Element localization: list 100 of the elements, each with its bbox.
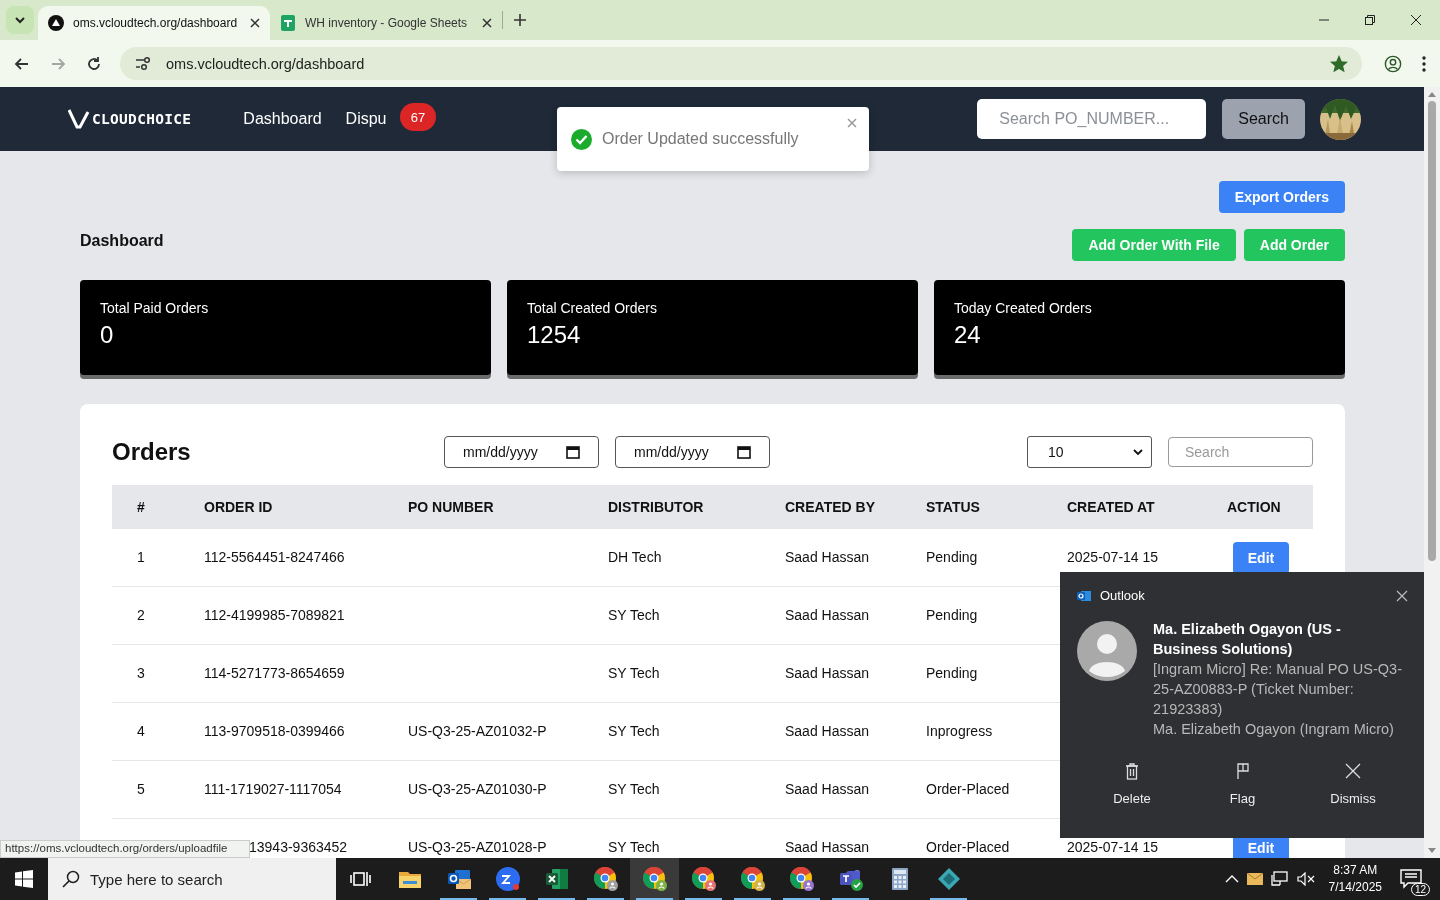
table-cell: Saad Hassan [785,549,870,565]
column-header: DISTRIBUTOR [608,499,705,515]
date-field[interactable]: mm/dd/yyyy [615,436,770,468]
count-badge: 67 [400,103,436,131]
notification-action-button[interactable]: Dismiss [1298,761,1408,807]
notification-action-button[interactable]: Delete [1077,761,1187,807]
scrollbar[interactable] [1424,87,1440,858]
taskbar-app[interactable] [630,858,679,900]
calendar-icon[interactable] [737,445,751,459]
table-cell: SY Tech [608,781,660,797]
table-cell: Pending [926,607,978,623]
table-cell: Saad Hassan [785,723,870,739]
table-cell: 112-4199985-7089821 [204,607,345,623]
stat-value: 1254 [527,321,582,349]
table-cell: Saad Hassan [785,839,870,855]
taskbar-search-field[interactable]: Type here to search [48,858,336,900]
stat-label: Total Created Orders [527,300,658,316]
table-cell: Order-Placed [926,781,1010,797]
table-cell: SY Tech [608,723,660,739]
table-cell: Pending [926,549,978,565]
search-field[interactable]: Search [1168,437,1313,467]
table-cell: 2025-07-14 15 [1067,549,1159,565]
network-icon[interactable] [1270,871,1289,887]
column-header: ACTION [1227,499,1282,515]
close-icon[interactable] [1396,589,1408,602]
spreadsheet-icon [280,15,296,31]
table-cell: Order-Placed [926,839,1010,855]
browser-icon [641,866,668,892]
profile-icon[interactable] [1384,54,1402,73]
check-icon [571,128,592,150]
spreadsheet-app-icon [543,866,570,892]
table-cell: 111-1719027-1117054 [204,781,342,797]
stat-value: 24 [954,321,982,349]
table-cell: 2 [137,607,145,623]
stat-value: 0 [100,321,115,349]
search-icon [62,870,80,888]
browser-icon [788,866,815,892]
column-header: # [136,499,146,515]
address-bar[interactable]: oms.vcloudtech.org/dashboard [120,47,1362,80]
scroll-down-icon[interactable] [1428,848,1436,854]
export-orders-button[interactable]: Export Orders [1218,181,1345,213]
nav-link[interactable]: Dashboard [243,110,322,128]
caret-icon [1133,448,1143,456]
table-cell: SY Tech [608,665,660,681]
table-cell: SY Tech [608,607,660,623]
close-icon[interactable] [482,18,492,28]
table-cell: 2025-07-14 15 [1067,839,1159,855]
date-field[interactable]: mm/dd/yyyy [444,436,599,468]
page-title: Dashboard [80,232,164,250]
close-icon[interactable] [250,18,260,28]
logo-icon [68,109,90,129]
page-size-select[interactable]: 10 [1027,436,1152,468]
app-name: Outlook [1100,588,1145,603]
nav-link[interactable]: Dispu [345,110,387,128]
close-icon[interactable] [1410,14,1422,26]
browser-icon [592,866,619,892]
search-button[interactable]: Search [1222,99,1305,139]
muted-speaker-icon[interactable] [1296,872,1315,886]
table-cell: Inprogress [926,723,993,739]
scroll-up-icon[interactable] [1428,91,1436,97]
column-header: CREATED AT [1067,499,1156,515]
restore-icon[interactable] [1364,14,1376,26]
site-settings-icon[interactable] [134,55,152,72]
tab-search-button[interactable] [6,6,34,34]
clock[interactable]: 8:37 AM 7/14/2025 [1328,862,1382,896]
table-cell: 114-5271773-8654659 [204,665,345,681]
table-cell: US-Q3-25-AZ01032-P [408,723,547,739]
column-header: ORDER ID [204,499,274,515]
calendar-icon[interactable] [566,445,580,459]
browser-tab[interactable]: oms.vcloudtech.org/dashboard [38,6,270,40]
reload-icon[interactable] [86,55,102,72]
edit-button[interactable]: Edit [1233,541,1289,574]
table-cell: 113-9709518-0399466 [204,723,345,739]
table-cell: Saad Hassan [785,781,870,797]
toast-message: Order Updated successfully [602,130,799,148]
chevron-icon [14,14,26,26]
star-icon[interactable] [1330,54,1348,73]
email-sender: Ma. Elizabeth Ogayon (Ingram Micro) [1153,720,1395,739]
menu-icon[interactable] [1422,55,1426,72]
plus-icon[interactable] [513,13,527,27]
table-cell: 112-5564451-8247466 [204,549,345,565]
column-header: PO NUMBER [408,499,495,515]
column-header: CREATED BY [785,499,876,515]
email-subject: [Ingram Micro] Re: Manual PO US-Q3-25-AZ00883-P (Ticket Number: 21923383) [1153,660,1403,719]
table-cell: SY Tech [608,839,660,855]
browser-tab[interactable]: WH inventory - Google Sheets [270,6,502,40]
table-cell: US-Q3-25-AZ01028-P [408,839,547,855]
mail-app-icon [1077,589,1091,602]
scroll-thumb[interactable] [1428,101,1436,561]
back-icon[interactable] [14,55,30,72]
table-cell: Saad Hassan [785,607,870,623]
envelope-icon[interactable] [1246,873,1263,885]
video-app-icon [494,866,521,892]
logo[interactable]: CLOUDCHOICE [92,111,192,127]
chevron-up-icon[interactable] [1224,874,1239,884]
table-cell: Saad Hassan [785,665,870,681]
notification-action-button[interactable]: Flag [1187,761,1298,807]
search-field[interactable]: Search PO_NUMBER... [977,99,1207,139]
browser-icon [739,866,766,892]
section-title: Orders [112,438,192,466]
